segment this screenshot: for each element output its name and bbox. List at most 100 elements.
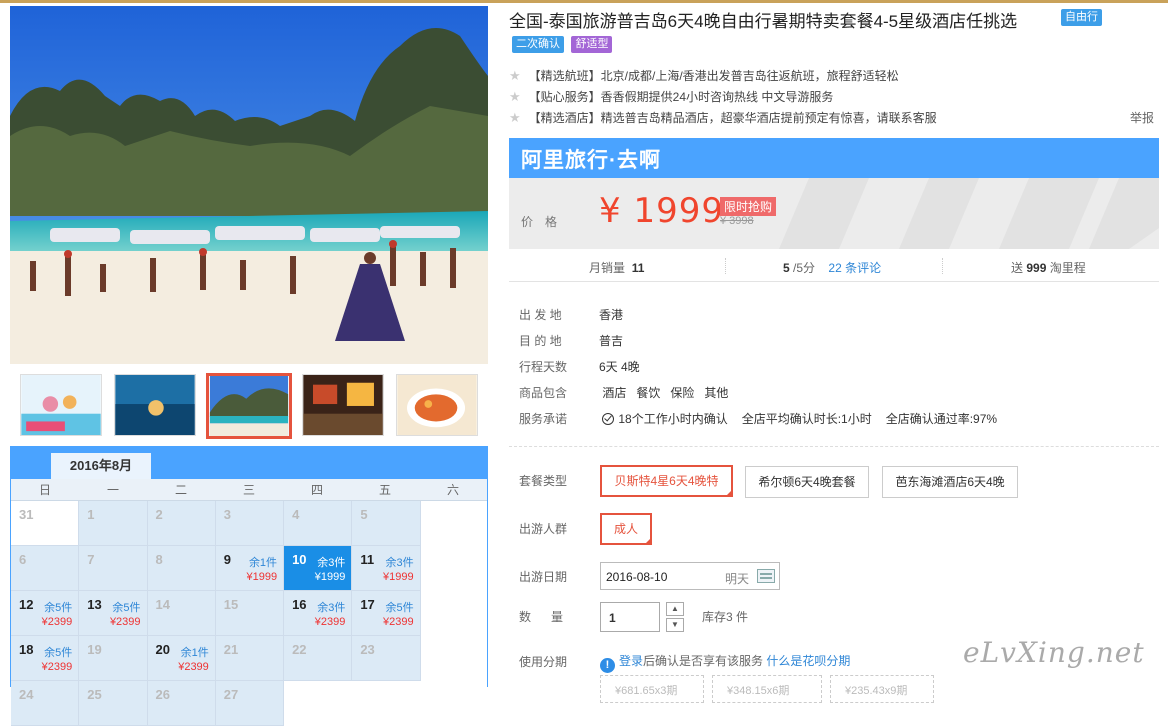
info-includes: 商品包含 酒店 餐饮 保险 其他 [519,386,729,400]
day-number: 23 [360,642,375,657]
calendar-day[interactable]: 20 余1件 ¥2399 [147,636,216,681]
traveler-option-adult[interactable]: 成人 [600,513,652,545]
info-duration: 行程天数 6天 4晚 [519,360,640,374]
calendar-day[interactable]: 17 余5件 ¥2399 [352,591,421,636]
installment-option-9[interactable]: ¥235.43x9期 [830,675,934,703]
calendar-day: 7 [79,546,148,591]
report-link[interactable]: 举报 [1130,109,1154,126]
day-number: 21 [223,642,239,657]
weekday-label: 四 [310,483,323,497]
original-price: ¥ 3998 [720,215,754,227]
calendar-month-tab[interactable]: 2016年8月 [51,453,151,479]
day-number: 8 [155,552,163,567]
departure-calendar: 2016年8月 日一二三四五六 31 1 2 3 4 5 6 7 8 9 余1件 ¥1999 10 余3件… [10,446,488,726]
reviews-link[interactable]: 22 条评论 [828,261,881,275]
installment-notice: ! 登录后确认是否享有该服务 什么是花呗分期 [600,652,850,673]
quantity-decrease-button[interactable]: ▼ [666,618,684,632]
day-number: 11 [360,552,375,567]
main-product-image[interactable] [10,6,488,364]
price-box: 价格 ¥ 1999 限时抢购 ¥ 3998 [509,178,1159,249]
calendar-day-selected[interactable]: 10 余3件 ¥1999 [284,546,353,591]
day-number: 24 [19,687,34,702]
calendar-day: 6 [11,546,80,591]
brand-name: 阿里旅行·去啊 [521,149,661,172]
day-number: 31 [19,507,34,522]
date-weekday: 明天 [725,572,750,586]
calendar-day: 2 [147,501,216,546]
installment-option-3[interactable]: ¥681.65x3期 [600,675,704,703]
monthly-sales: 月销量 11 [589,261,645,275]
star-icon: ★ [509,110,521,125]
quantity-increase-button[interactable]: ▲ [666,602,684,616]
thumbnail-2[interactable] [114,374,196,436]
traveler-label: 出游人群 [519,522,568,536]
huabei-help-link[interactable]: 什么是花呗分期 [766,654,850,668]
tag-confirm: 二次确认 [512,36,564,54]
calendar-weekday-row: 日一二三四五六 [11,479,487,501]
day-price: ¥1999 [314,571,346,583]
day-price: ¥2399 [41,661,73,673]
calendar-day[interactable]: 16 余3件 ¥2399 [284,591,353,636]
feature-item: ★ 【精选酒店】精选普吉岛精品酒店，超豪华酒店提前预定有惊喜，请联系客服 [509,109,937,126]
brand-banner: 阿里旅行·去啊 [509,138,1159,178]
weekday-label: 一 [106,483,119,497]
thumbnail-1[interactable] [20,374,102,436]
thumbnail-3-selected[interactable] [206,373,292,439]
installment-option-6[interactable]: ¥348.15x6期 [712,675,822,703]
calendar-header: 2016年8月 [11,447,487,479]
package-label: 套餐类型 [519,474,568,488]
date-value: 2016-08-10 [606,570,668,584]
calendar-day[interactable]: 12 余5件 ¥2399 [11,591,80,636]
day-stock: 余5件 [385,602,414,614]
day-stock: 余5件 [112,602,141,614]
installment-label: 使用分期 [519,655,568,669]
day-number: 25 [87,687,102,702]
day-stock: 余3件 [317,557,346,569]
day-stock: 余3件 [317,602,346,614]
calendar-day: 1 [79,501,148,546]
package-option-bestay[interactable]: 贝斯特4星6天4晚特 [600,465,733,497]
stock-text: 库存3 件 [702,610,749,624]
weekday-label: 六 [446,483,459,497]
day-number: 10 [292,552,307,567]
weekday-label: 五 [378,483,391,497]
day-price: ¥1999 [246,571,278,583]
day-price: ¥2399 [178,661,209,673]
mileage-reward: 送 999 淘里程 [1011,261,1086,275]
calendar-day: 23 [352,636,421,681]
package-option-hilton[interactable]: 希尔顿6天4晚套餐 [745,466,869,498]
info-destination: 目 的 地普吉 [519,334,624,348]
day-number: 7 [87,552,95,567]
info-service-promise: 服务承诺 18个工作小时内确认 全店平均确认时长:1小时 全店确认通过率:97% [519,412,998,426]
thumbnail-5[interactable] [396,374,478,436]
calendar-day[interactable]: 11 余3件 ¥1999 [352,546,421,591]
calendar-day[interactable]: 9 余1件 ¥1999 [215,546,285,591]
day-number: 22 [292,642,307,657]
calendar-day: 27 [215,681,285,726]
calendar-day: 19 [79,636,148,681]
day-number: 14 [155,597,170,612]
calendar-day: 24 [11,681,80,726]
day-number: 16 [292,597,307,612]
calendar-day[interactable]: 13 余5件 ¥2399 [79,591,148,636]
day-number: 9 [223,552,232,567]
top-accent-line [0,0,1168,3]
day-price: ¥2399 [383,616,414,628]
login-link[interactable]: 登录 [619,654,643,668]
calendar-day: 15 [215,591,285,636]
day-stock: 余5件 [44,647,73,659]
flash-sale-badge: 限时抢购 [720,197,777,216]
tag-comfort: 舒适型 [571,36,613,54]
date-input[interactable]: 2016-08-10 明天 [600,562,780,590]
weekday-label: 三 [242,483,255,497]
package-option-patong[interactable]: 芭东海滩酒店6天4晚 [882,466,1018,498]
day-stock: 余1件 [248,557,278,569]
info-icon: ! [600,658,615,673]
day-stock: 余3件 [385,557,414,569]
calendar-icon[interactable] [757,569,775,583]
quantity-input[interactable]: 1 [600,602,660,632]
calendar-day: 8 [147,546,216,591]
day-number: 26 [155,687,170,702]
thumbnail-4[interactable] [302,374,384,436]
calendar-day[interactable]: 18 余5件 ¥2399 [11,636,80,681]
